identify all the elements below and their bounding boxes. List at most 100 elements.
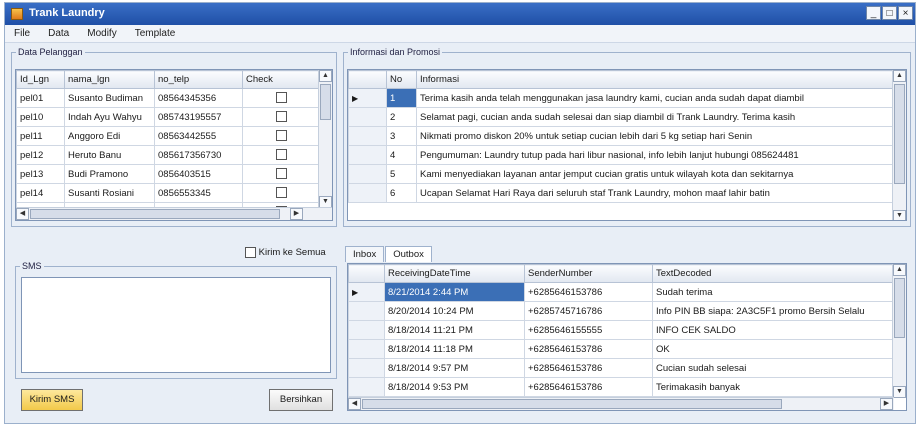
table-row[interactable]: 3 Nikmati promo diskon 20% untuk setiap c… [348,126,895,146]
maximize-button[interactable]: □ [882,6,897,20]
tab-outbox[interactable]: Outbox [385,246,432,262]
scroll-thumb[interactable] [362,399,782,409]
table-row[interactable]: 8/20/2014 10:24 PM +6285745716786 Info PIN… [348,301,895,321]
checkbox-icon[interactable] [245,247,256,258]
scroll-right-icon[interactable]: ▶ [290,208,303,220]
cell-nama[interactable]: Susanti Rosiani [64,183,155,203]
cell-text-decoded[interactable]: Sudah terima [652,282,895,302]
cell-receiving-datetime[interactable]: 8/18/2014 11:21 PM [384,320,525,340]
cell-check[interactable] [242,88,321,108]
table-row[interactable]: 5 Kami menyediakan layanan antar jemput c… [348,164,895,184]
menu-file[interactable]: File [5,25,39,42]
outbox-grid[interactable]: ReceivingDateTime SenderNumber TextDecod… [347,263,907,411]
cell-telp[interactable]: 085743195557 [154,107,243,127]
checkbox-icon[interactable] [276,111,287,123]
cell-id[interactable]: pel14 [16,183,65,203]
table-row[interactable]: pel12 Heruto Banu 085617356730 [16,145,321,165]
cell-id[interactable]: pel01 [16,88,65,108]
table-row[interactable]: 4 Pengumuman: Laundry tutup pada hari lib… [348,145,895,165]
menu-modify[interactable]: Modify [78,25,125,42]
cell-nama[interactable]: Budi Pramono [64,164,155,184]
cell-informasi[interactable]: Ucapan Selamat Hari Raya dari seluruh st… [416,183,895,203]
sms-message-input[interactable] [21,277,331,373]
cell-no[interactable]: 3 [386,126,417,146]
kirim-sms-button[interactable]: Kirim SMS [21,389,83,411]
cell-text-decoded[interactable]: Info PIN BB siapa: 2A3C5F1 promo Bersih … [652,301,895,321]
col-header-id[interactable]: Id_Lgn [16,70,65,89]
cell-receiving-datetime[interactable]: 8/21/2014 2:44 PM [384,282,525,302]
col-header-check[interactable]: Check [242,70,321,89]
template-grid[interactable]: No Informasi ▶ 1 Terima kasih anda telah m… [347,69,907,221]
row-header[interactable] [348,358,385,378]
pelanggan-grid[interactable]: Id_Lgn nama_lgn no_telp Check pel01 Susan… [15,69,333,221]
cell-nama[interactable]: Susanto Budiman [64,88,155,108]
table-row[interactable]: pel14 Susanti Rosiani 0856553345 [16,183,321,203]
scroll-down-icon[interactable]: ▼ [893,386,906,398]
outbox-hscroll[interactable]: ◀ ▶ [348,397,894,410]
scroll-thumb[interactable] [320,84,331,120]
cell-no[interactable]: 2 [386,107,417,127]
template-vscroll[interactable]: ▲ ▼ [892,70,906,220]
cell-check[interactable] [242,164,321,184]
menu-template[interactable]: Template [126,25,185,42]
cell-receiving-datetime[interactable]: 8/18/2014 11:18 PM [384,339,525,359]
cell-sender-number[interactable]: +6285646153786 [524,339,653,359]
cell-text-decoded[interactable]: Terimakasih banyak [652,377,895,397]
scroll-left-icon[interactable]: ◀ [348,398,361,410]
cell-sender-number[interactable]: +6285745716786 [524,301,653,321]
table-row[interactable]: 8/18/2014 11:18 PM +6285646153786 OK [348,339,895,359]
checkbox-icon[interactable] [276,130,287,142]
pelanggan-hscroll[interactable]: ◀ ▶ [16,207,332,220]
table-row[interactable]: 2 Selamat pagi, cucian anda sudah selesai… [348,107,895,127]
cell-receiving-datetime[interactable]: 8/20/2014 10:24 PM [384,301,525,321]
cell-no[interactable]: 5 [386,164,417,184]
table-row[interactable]: pel10 Indah Ayu Wahyu 085743195557 [16,107,321,127]
table-row[interactable]: pel01 Susanto Budiman 08564345356 [16,88,321,108]
kirim-semua-checkbox[interactable]: Kirim ke Semua [245,247,326,258]
cell-text-decoded[interactable]: Cucian sudah selesai [652,358,895,378]
cell-informasi[interactable]: Selamat pagi, cucian anda sudah selesai … [416,107,895,127]
checkbox-icon[interactable] [276,149,287,161]
table-row[interactable]: ▶ 8/21/2014 2:44 PM +6285646153786 Sudah te… [348,282,895,302]
table-row[interactable]: 8/18/2014 9:53 PM +6285646153786 Terimakas… [348,377,895,397]
scroll-thumb[interactable] [30,209,280,219]
row-header[interactable] [348,301,385,321]
cell-informasi[interactable]: Terima kasih anda telah menggunakan jasa… [416,88,895,108]
close-button[interactable]: × [898,6,913,20]
col-header-nama[interactable]: nama_lgn [64,70,155,89]
cell-receiving-datetime[interactable]: 8/18/2014 9:57 PM [384,358,525,378]
row-header[interactable] [348,320,385,340]
bersihkan-button[interactable]: Bersihkan [269,389,333,411]
table-row[interactable]: 8/18/2014 11:21 PM +6285646155555 INFO CEK… [348,320,895,340]
col-header-receiving-datetime[interactable]: ReceivingDateTime [384,264,525,283]
checkbox-icon[interactable] [276,187,287,199]
cell-text-decoded[interactable]: INFO CEK SALDO [652,320,895,340]
cell-informasi[interactable]: Nikmati promo diskon 20% untuk setiap cu… [416,126,895,146]
cell-no[interactable]: 4 [386,145,417,165]
cell-check[interactable] [242,126,321,146]
table-row[interactable]: pel11 Anggoro Edi 08563442555 [16,126,321,146]
cell-id[interactable]: pel10 [16,107,65,127]
row-header[interactable]: ▶ [348,282,385,302]
checkbox-icon[interactable] [276,168,287,180]
scroll-up-icon[interactable]: ▲ [893,264,906,276]
cell-check[interactable] [242,145,321,165]
row-header[interactable] [348,145,387,165]
cell-id[interactable]: pel13 [16,164,65,184]
table-row[interactable]: 6 Ucapan Selamat Hari Raya dari seluruh s… [348,183,895,203]
pelanggan-vscroll[interactable]: ▲ ▼ [318,70,332,208]
row-header[interactable] [348,126,387,146]
cell-telp[interactable]: 085617356730 [154,145,243,165]
checkbox-icon[interactable] [276,92,287,104]
cell-sender-number[interactable]: +6285646153786 [524,282,653,302]
cell-informasi[interactable]: Pengumuman: Laundry tutup pada hari libu… [416,145,895,165]
cell-receiving-datetime[interactable]: 8/18/2014 9:53 PM [384,377,525,397]
menu-data[interactable]: Data [39,25,78,42]
cell-no[interactable]: 6 [386,183,417,203]
scroll-up-icon[interactable]: ▲ [319,70,332,82]
cell-sender-number[interactable]: +6285646153786 [524,377,653,397]
tab-inbox[interactable]: Inbox [345,246,385,262]
cell-sender-number[interactable]: +6285646153786 [524,358,653,378]
scroll-thumb[interactable] [894,278,905,338]
scroll-down-icon[interactable]: ▼ [893,210,906,220]
